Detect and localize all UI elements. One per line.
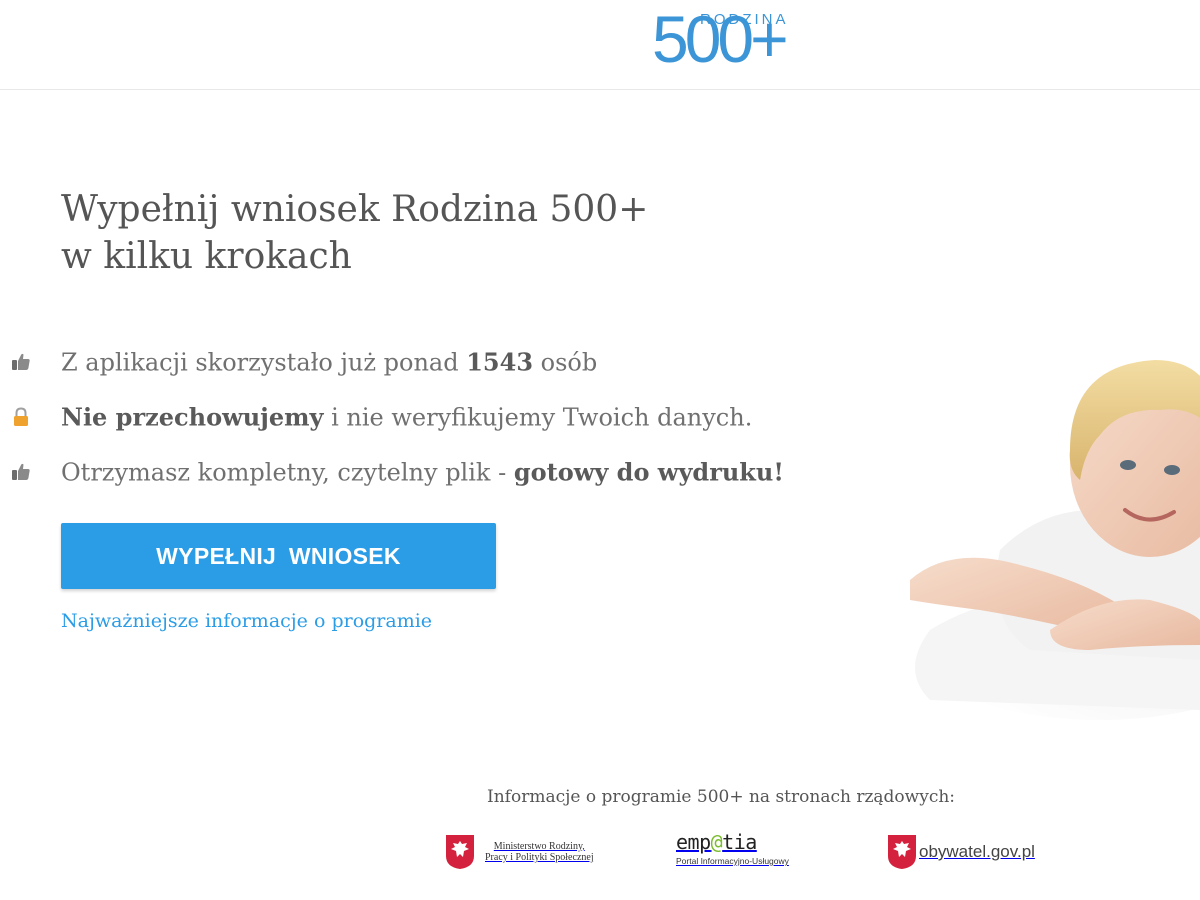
feature-text-users: Z aplikacji skorzystało już ponad 1543 o… bbox=[61, 347, 598, 376]
page-title-line1: Wypełnij wniosek Rodzina 500+ bbox=[61, 189, 649, 230]
page-title: Wypełnij wniosek Rodzina 500+ w kilku kr… bbox=[61, 186, 841, 280]
empatia-logo: emp@tia bbox=[676, 830, 757, 854]
child-photo bbox=[890, 330, 1200, 720]
feature-text-print: Otrzymasz kompletny, czytelny plik - got… bbox=[61, 457, 784, 486]
site-header: 500+ RODZINA bbox=[0, 0, 1200, 90]
feature-text-privacy: Nie przechowujemy i nie weryfikujemy Two… bbox=[61, 402, 753, 431]
polish-eagle-icon bbox=[888, 835, 916, 869]
program-info-link[interactable]: Najważniejsze informacje o programie bbox=[61, 610, 432, 632]
rodzina-500-logo[interactable]: 500+ RODZINA bbox=[652, 6, 802, 72]
gov-sites-title: Informacje o programie 500+ na stronach … bbox=[487, 787, 956, 807]
logo-word: RODZINA bbox=[700, 11, 789, 28]
fill-application-button[interactable]: WYPEŁNIJ WNIOSEK bbox=[61, 523, 496, 589]
page-title-line2: w kilku krokach bbox=[61, 236, 352, 277]
lock-icon bbox=[10, 406, 32, 428]
feature-item-print: Otrzymasz kompletny, czytelny plik - got… bbox=[10, 444, 890, 499]
obywatel-label: obywatel.gov.pl bbox=[919, 842, 1035, 861]
ministry-name: Ministerstwo Rodziny, Pracy i Polityki S… bbox=[485, 841, 594, 863]
thumbs-up-icon bbox=[10, 461, 32, 483]
feature-item-privacy: Nie przechowujemy i nie weryfikujemy Two… bbox=[10, 389, 890, 444]
polish-eagle-icon bbox=[446, 835, 474, 869]
feature-list: Z aplikacji skorzystało już ponad 1543 o… bbox=[10, 334, 890, 499]
thumbs-up-icon bbox=[10, 351, 32, 373]
feature-item-users: Z aplikacji skorzystało już ponad 1543 o… bbox=[10, 334, 890, 389]
ministry-link[interactable]: Ministerstwo Rodziny, Pracy i Polityki S… bbox=[445, 834, 594, 870]
obywatel-link[interactable]: obywatel.gov.pl bbox=[887, 834, 1035, 870]
empatia-link[interactable]: emp@tia Portal Informacyjno-Usługowy bbox=[676, 830, 789, 866]
empatia-subtitle: Portal Informacyjno-Usługowy bbox=[676, 856, 789, 866]
